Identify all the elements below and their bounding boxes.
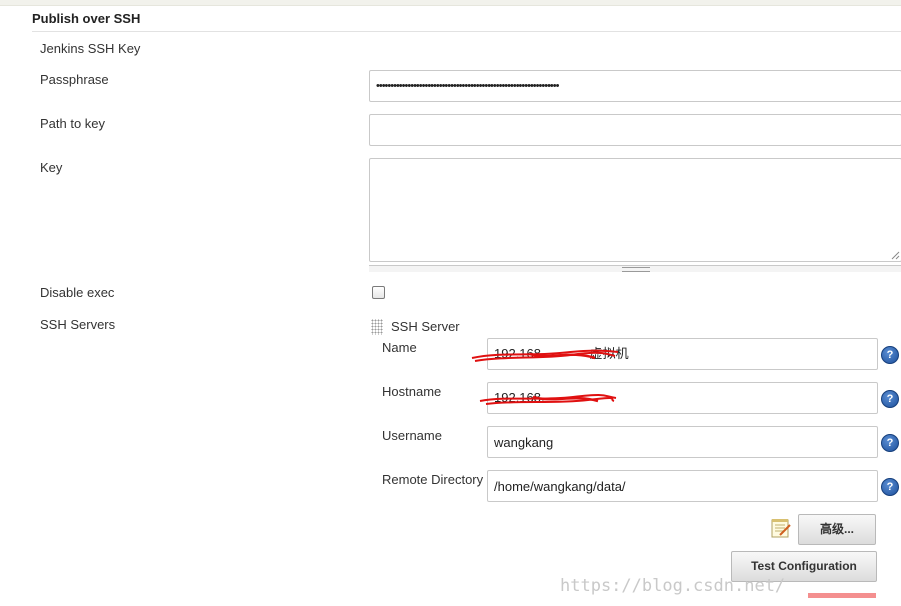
passphrase-label: Passphrase [40,72,109,87]
username-field[interactable] [487,426,878,458]
key-textarea[interactable] [369,158,901,262]
ssh-server-heading: SSH Server [391,319,460,334]
disable-exec-label: Disable exec [40,285,115,300]
ssh-servers-label: SSH Servers [40,317,116,332]
remote-directory-help-icon[interactable]: ? [881,478,899,496]
textarea-resize-bar[interactable] [369,265,901,272]
underline-mark [808,593,876,598]
name-field[interactable]: 192.168. 虚拟机 [487,338,878,370]
watermark: https://blog.csdn.net/ [560,576,786,596]
section-title: Publish over SSH [32,11,141,26]
username-help-icon[interactable]: ? [881,434,899,452]
name-value: 192.168. [494,346,545,361]
path-to-key-label: Path to key [40,116,106,131]
resize-grip-icon [622,267,650,272]
username-label: Username [382,428,442,443]
drag-handle-icon[interactable] [371,319,383,335]
resize-corner-icon[interactable] [890,250,900,260]
name-help-icon[interactable]: ? [881,346,899,364]
top-bar [0,0,901,6]
remote-directory-label: Remote Directory [382,472,484,487]
name-suffix: 虚拟机 [589,346,629,361]
key-label: Key [40,160,63,175]
section-divider [32,31,901,32]
hostname-help-icon[interactable]: ? [881,390,899,408]
advanced-button[interactable]: 高级... [798,514,876,545]
passphrase-field[interactable] [369,70,901,102]
remote-directory-field[interactable] [487,470,878,502]
hostname-field[interactable]: 192.168. [487,382,878,414]
hostname-label: Hostname [382,384,442,399]
notepad-icon [771,519,791,538]
hostname-value: 192.168. [494,390,545,405]
name-label: Name [382,340,417,355]
path-to-key-field[interactable] [369,114,901,146]
jenkins-ssh-key-heading: Jenkins SSH Key [40,41,141,56]
disable-exec-checkbox[interactable] [372,286,385,299]
